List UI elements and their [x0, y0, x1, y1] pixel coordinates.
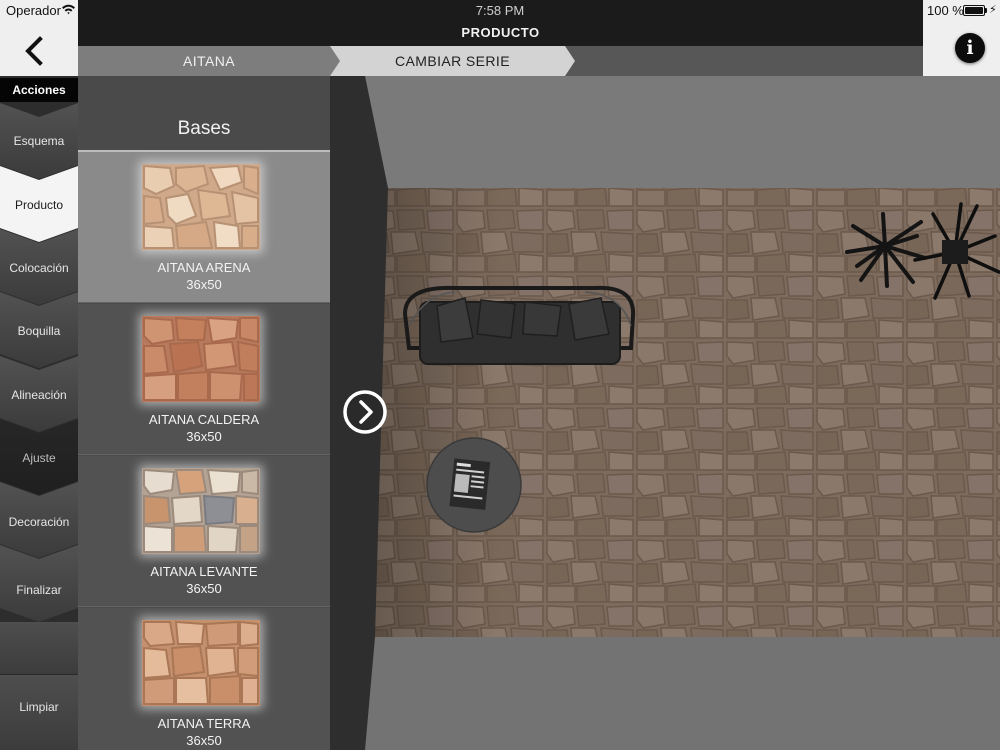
action-label: Producto [14, 198, 64, 212]
back-wall [365, 76, 1000, 188]
breadcrumb: AITANA CAMBIAR SERIE [78, 46, 923, 76]
room-preview[interactable] [365, 76, 1000, 750]
product-name: AITANA TERRA [157, 716, 251, 731]
product-name: AITANA LEVANTE [150, 564, 258, 579]
product-thumbnail [142, 620, 260, 706]
front-wall [365, 637, 1000, 750]
wifi-icon [62, 4, 75, 15]
actions-header: Acciones [0, 78, 78, 102]
action-label: Alineación [11, 388, 67, 402]
action-spacer [0, 622, 78, 674]
action-label: Decoración [8, 515, 70, 529]
panel-title: Bases [177, 118, 231, 139]
charging-icon: ⚡ [989, 4, 997, 16]
product-size: 36x50 [186, 277, 222, 292]
info-icon: i [966, 37, 974, 59]
product-name: AITANA ARENA [157, 260, 251, 275]
product-thumbnail [142, 316, 260, 402]
battery-icon [963, 5, 985, 16]
product-panel: Bases AITANA ARENA 36x50 AITANA CALDERA … [78, 76, 330, 750]
next-button[interactable] [342, 389, 388, 435]
action-label: Ajuste [22, 451, 56, 465]
product-item[interactable]: AITANA CALDERA 36x50 [78, 304, 330, 455]
coffee-table[interactable] [426, 437, 522, 533]
back-button[interactable] [20, 36, 50, 66]
action-label: Esquema [13, 134, 65, 148]
product-thumbnail [142, 164, 260, 250]
screen-title: PRODUCTO [461, 25, 540, 40]
product-name: AITANA CALDERA [148, 412, 260, 427]
panel-header: Bases [78, 76, 330, 152]
product-size: 36x50 [186, 581, 222, 596]
action-label: Colocación [9, 261, 69, 275]
action-label: Limpiar [19, 700, 59, 714]
product-item[interactable]: AITANA ARENA 36x50 [78, 152, 330, 303]
product-item[interactable]: AITANA TERRA 36x50 [78, 608, 330, 750]
floor-shadow [375, 188, 1000, 637]
battery-percent: 100 % [927, 3, 964, 18]
carrier-label: Operador [6, 3, 61, 18]
action-limpiar[interactable]: Limpiar [0, 674, 78, 750]
product-item[interactable]: AITANA LEVANTE 36x50 [78, 456, 330, 607]
breadcrumb-series[interactable]: AITANA [78, 46, 340, 76]
product-size: 36x50 [186, 429, 222, 444]
product-thumbnail [142, 468, 260, 554]
info-button[interactable]: i [955, 33, 985, 63]
battery-tip [985, 8, 987, 13]
action-label: Boquilla [17, 324, 61, 338]
breadcrumb-change-series[interactable]: CAMBIAR SERIE [330, 46, 575, 76]
chevron-left-icon [25, 36, 43, 66]
product-size: 36x50 [186, 733, 222, 748]
chevron-right-circle-icon [343, 390, 387, 434]
action-label: Finalizar [16, 583, 62, 597]
